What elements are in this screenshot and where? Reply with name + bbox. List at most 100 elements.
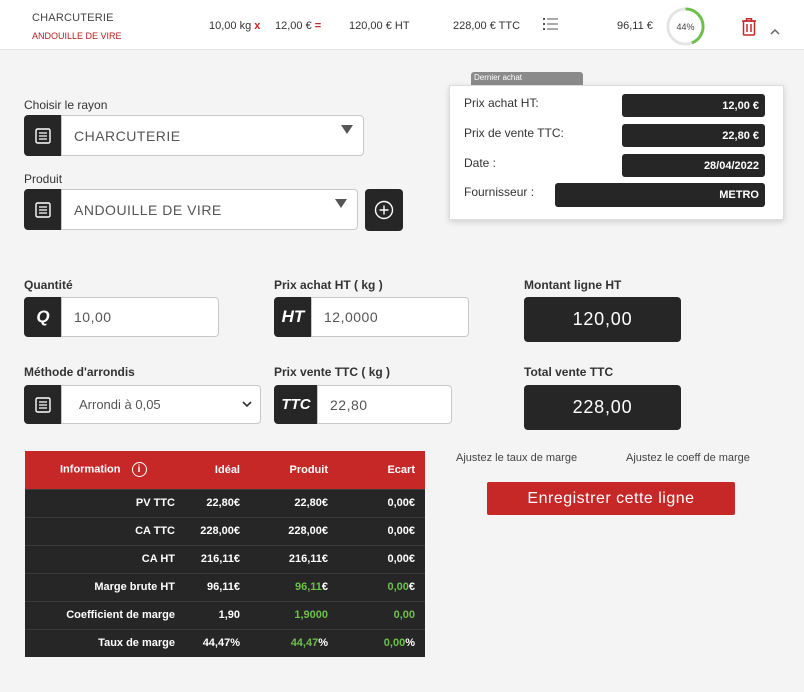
last-purchase-value: 22,80 €: [622, 124, 765, 147]
last-purchase-label: Prix de vente TTC:: [464, 126, 564, 140]
ideal-cell: 96,11€: [185, 572, 250, 601]
equals-sign: =: [314, 20, 322, 32]
produit-select-value: ANDOUILLE DE VIRE: [74, 201, 222, 218]
produit-cell: 22,80€: [250, 488, 338, 517]
produit-value: 44,47: [290, 637, 319, 650]
multiply-sign: x: [254, 20, 261, 32]
last-purchase-label: Fournisseur :: [464, 185, 535, 199]
rounding-select-value: Arrondi à 0,05: [79, 397, 161, 412]
produit-label: Produit: [24, 172, 63, 186]
rounding-label: Méthode d'arrondis: [24, 365, 135, 379]
ideal-cell: 22,80€: [185, 488, 250, 517]
ecart-unit: €: [408, 581, 415, 593]
quantity-prefix: Q: [24, 297, 62, 337]
ecart-cell: 0,00: [338, 600, 425, 629]
list-icon[interactable]: [543, 17, 558, 34]
produit-cell: 44,47%: [250, 628, 338, 657]
row-label: Taux de marge: [25, 628, 185, 657]
produit-value: 1,9000: [294, 609, 328, 621]
summary-category: CHARCUTERIE: [32, 12, 114, 24]
last-purchase-value: 12,00 €: [622, 94, 765, 117]
ecart-cell: 0,00€: [338, 572, 425, 601]
ideal-cell: 228,00€: [185, 516, 250, 545]
ideal-cell: 1,90: [185, 600, 250, 629]
table-row: CA HT 216,11€ 216,11€ 0,00€: [25, 544, 425, 573]
sale-total-label: Total vente TTC: [524, 365, 614, 379]
row-label: CA TTC: [25, 516, 185, 545]
produit-cell: 96,11€: [250, 572, 338, 601]
last-purchase-value: 28/04/2022: [622, 154, 765, 177]
purchase-price-prefix: HT: [274, 297, 312, 337]
chevron-down-icon: [242, 401, 252, 408]
rayon-select-value: CHARCUTERIE: [74, 127, 181, 144]
summary-margin: 96,11 €: [617, 20, 653, 32]
sale-price-input[interactable]: 22,80: [317, 385, 452, 424]
line-amount-label: Montant ligne HT: [524, 278, 622, 292]
line-amount-value: 120,00: [524, 297, 681, 342]
dropdown-arrow-icon: [335, 199, 347, 208]
sale-price-prefix: TTC: [274, 385, 318, 424]
table-row: Marge brute HT 96,11€ 96,11€ 0,00€: [25, 572, 425, 601]
plus-circle-icon: [374, 200, 394, 220]
line-summary-bar[interactable]: CHARCUTERIE ANDOUILLE DE VIRE 10,00 kg x…: [0, 0, 804, 50]
row-label: CA HT: [25, 544, 185, 573]
purchase-price-label: Prix achat HT ( kg ): [274, 278, 383, 292]
ecart-cell: 0,00€: [338, 488, 425, 517]
last-purchase-label: Prix achat HT:: [464, 96, 539, 110]
adjust-margin-rate-link[interactable]: Ajustez le taux de marge: [456, 452, 577, 464]
trash-icon[interactable]: [741, 17, 757, 39]
summary-unit-price: 12,00 € =: [275, 20, 321, 32]
last-purchase-panel: Prix achat HT: 12,00 € Prix de vente TTC…: [449, 85, 784, 220]
rayon-list-icon: [24, 115, 62, 156]
header-ideal: Idéal: [185, 451, 250, 489]
ecart-value: 0,00: [393, 609, 415, 621]
quantity-label: Quantité: [24, 278, 73, 292]
header-information-label: Information: [60, 463, 121, 476]
produit-cell: 216,11€: [250, 544, 338, 573]
table-row: CA TTC 228,00€ 228,00€ 0,00€: [25, 516, 425, 545]
last-purchase-tab: Dernier achat: [471, 72, 583, 86]
rayon-label: Choisir le rayon: [24, 98, 108, 112]
ideal-cell: 44,47%: [185, 628, 250, 657]
produit-unit: %: [318, 637, 328, 650]
info-icon[interactable]: i: [131, 462, 147, 478]
row-label: Coefficient de marge: [25, 600, 185, 629]
ecart-unit: %: [405, 637, 415, 650]
add-product-button[interactable]: [365, 189, 403, 231]
table-row: PV TTC 22,80€ 22,80€ 0,00€: [25, 488, 425, 517]
margin-percent: 44%: [676, 21, 695, 32]
chevron-up-icon[interactable]: [770, 24, 780, 38]
header-ecart: Ecart: [338, 451, 425, 489]
margin-table: Information i Idéal Produit Ecart PV TTC…: [25, 451, 425, 657]
ecart-cell: 0,00€: [338, 516, 425, 545]
summary-unit-price-value: 12,00 €: [275, 20, 312, 32]
ideal-cell: 216,11€: [185, 544, 250, 573]
rayon-select[interactable]: CHARCUTERIE: [61, 115, 364, 156]
summary-total-ttc: 228,00 € TTC: [453, 20, 521, 32]
save-line-button[interactable]: Enregistrer cette ligne: [487, 482, 735, 515]
produit-cell: 228,00€: [250, 516, 338, 545]
rounding-list-icon: [24, 385, 62, 424]
produit-cell: 1,9000: [250, 600, 338, 629]
produit-select[interactable]: ANDOUILLE DE VIRE: [61, 189, 358, 230]
ecart-value: 0,00: [387, 581, 409, 593]
row-label: PV TTC: [25, 488, 185, 517]
dropdown-arrow-icon: [341, 125, 353, 134]
table-row: Taux de marge 44,47% 44,47% 0,00%: [25, 628, 425, 657]
row-label: Marge brute HT: [25, 572, 185, 601]
summary-product: ANDOUILLE DE VIRE: [32, 31, 122, 41]
margin-table-header: Information i Idéal Produit Ecart: [25, 451, 425, 489]
sale-price-label: Prix vente TTC ( kg ): [274, 365, 391, 379]
quantity-input[interactable]: 10,00: [61, 297, 219, 337]
produit-value: 96,11: [294, 581, 322, 593]
adjust-margin-coeff-link[interactable]: Ajustez le coeff de marge: [626, 452, 750, 464]
purchase-price-input[interactable]: 12,0000: [311, 297, 469, 337]
summary-quantity: 10,00 kg x: [209, 20, 260, 32]
produit-list-icon: [24, 189, 62, 230]
last-purchase-label: Date :: [464, 156, 497, 170]
table-row: Coefficient de marge 1,90 1,9000 0,00: [25, 600, 425, 629]
last-purchase-value: METRO: [555, 183, 765, 207]
rounding-select[interactable]: Arrondi à 0,05: [61, 385, 261, 424]
ecart-value: 0,00: [383, 637, 406, 650]
produit-unit: €: [321, 581, 328, 593]
